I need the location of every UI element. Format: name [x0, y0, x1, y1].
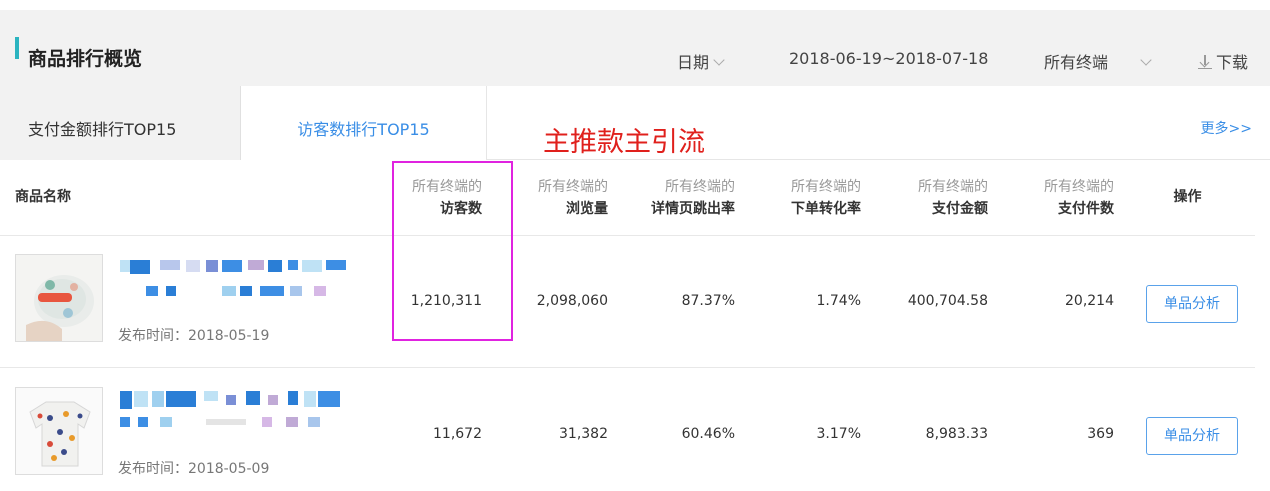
column-header-product-name: 商品名称	[15, 189, 71, 205]
overview-header: 商品排行概览 日期 2018-06-19~2018-07-18 所有终端 下载	[0, 10, 1270, 86]
publish-time: 发布时间：2018-05-19	[118, 328, 270, 344]
table-row: 发布时间：2018-05-19 1,210,311 2,098,060 87.3…	[0, 236, 1255, 368]
terminal-label: 所有终端	[1044, 53, 1109, 72]
column-header-bounce-rate: 所有终端的 详情页跳出率	[651, 179, 735, 217]
ranking-tabs: 支付金额排行TOP15 访客数排行TOP15 主推款主引流 更多>>	[0, 86, 1270, 160]
product-thumbnail[interactable]	[15, 387, 103, 475]
column-header-pageviews: 所有终端的 浏览量	[538, 179, 608, 217]
column-header-conversion-rate: 所有终端的 下单转化率	[791, 179, 861, 217]
bounce-rate-value: 87.37%	[681, 293, 735, 309]
single-product-analysis-button[interactable]: 单品分析	[1146, 417, 1238, 455]
date-range-picker[interactable]: 2018-06-19~2018-07-18	[789, 49, 988, 68]
chevron-down-icon	[1140, 54, 1152, 66]
payment-amount-value: 400,704.58	[907, 293, 988, 309]
visitors-value: 11,672	[433, 426, 482, 442]
payment-count-value: 20,214	[1065, 293, 1114, 309]
tab-payment-amount[interactable]: 支付金额排行TOP15	[0, 86, 241, 160]
column-header-payment-count: 所有终端的 支付件数	[1044, 179, 1114, 217]
payment-count-value: 369	[1087, 426, 1114, 442]
annotation-text: 主推款主引流	[543, 127, 705, 158]
table-row: 发布时间：2018-05-09 11,672 31,382 60.46% 3.1…	[0, 369, 1255, 491]
conversion-rate-value: 3.17%	[816, 426, 861, 442]
date-label: 日期	[677, 53, 710, 72]
date-dropdown[interactable]: 日期	[677, 49, 725, 73]
chevron-down-icon	[713, 54, 725, 66]
bounce-rate-value: 60.46%	[681, 426, 735, 442]
conversion-rate-value: 1.74%	[816, 293, 861, 309]
publish-time: 发布时间：2018-05-09	[118, 461, 270, 477]
page-title: 商品排行概览	[28, 48, 143, 70]
tab-visitors[interactable]: 访客数排行TOP15	[241, 86, 487, 160]
column-header-payment-amount: 所有终端的 支付金额	[918, 179, 988, 217]
download-icon	[1198, 55, 1212, 69]
more-link[interactable]: 更多>>	[1201, 118, 1252, 138]
single-product-analysis-button[interactable]: 单品分析	[1146, 285, 1238, 323]
terminal-dropdown[interactable]: 所有终端	[1044, 49, 1152, 73]
download-label: 下载	[1216, 53, 1249, 72]
download-button[interactable]: 下载	[1198, 49, 1248, 73]
column-header-actions: 操作	[1173, 189, 1202, 205]
pageviews-value: 2,098,060	[536, 293, 608, 309]
payment-amount-value: 8,983.33	[925, 426, 988, 442]
product-thumbnail[interactable]	[15, 254, 103, 342]
column-header-visitors: 所有终端的 访客数	[412, 179, 482, 217]
title-accent-bar	[15, 37, 19, 59]
visitors-value: 1,210,311	[410, 293, 482, 309]
pageviews-value: 31,382	[559, 426, 608, 442]
